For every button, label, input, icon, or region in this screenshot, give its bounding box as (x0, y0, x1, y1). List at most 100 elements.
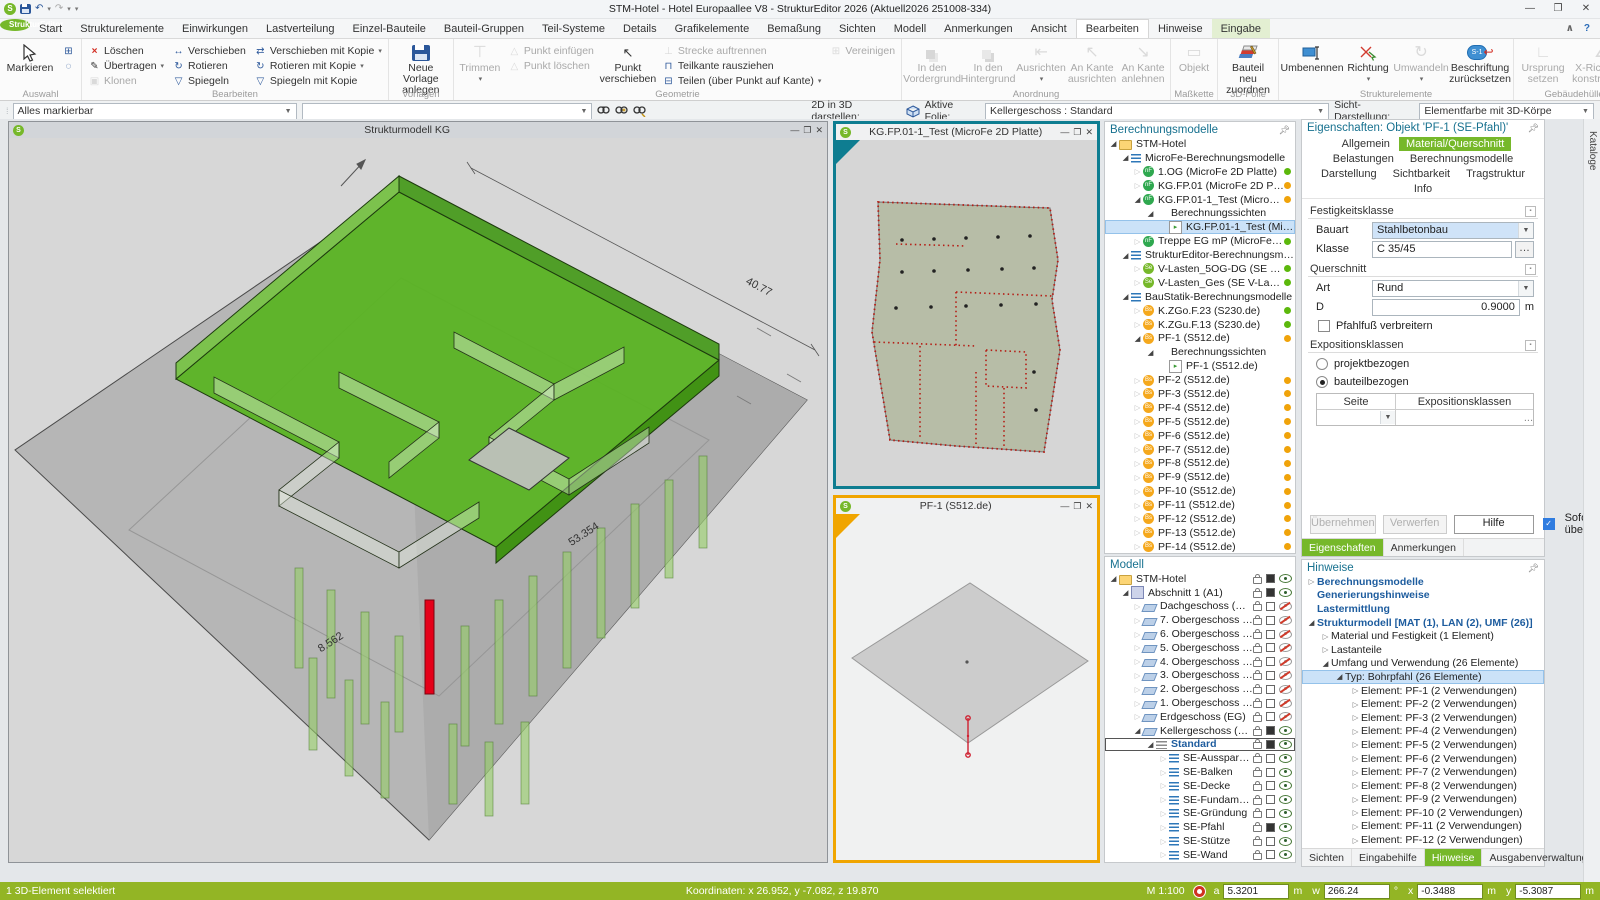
verschieben-button[interactable]: ↔Verschieben (170, 44, 248, 58)
ribbon-tab[interactable]: Ansicht (1022, 19, 1076, 38)
tree-item[interactable]: PF-12 (S512.de) (1105, 512, 1295, 526)
spiegeln-mit-kopie-button[interactable]: ▽Spiegeln mit Kopie (252, 74, 384, 88)
expander-icon[interactable] (1158, 754, 1169, 763)
bauart-select[interactable]: Stahlbetonbau▼ (1372, 222, 1534, 239)
bauteil-neu-zuordnen-button[interactable]: Bauteil neu zuordnen (1222, 41, 1274, 96)
tree-item[interactable]: SE-Balken (1105, 765, 1295, 779)
expander-icon[interactable] (1132, 167, 1143, 176)
panel-tab[interactable]: Hinweise (1425, 849, 1483, 866)
selectable-checkbox[interactable] (1266, 602, 1275, 611)
expander-icon[interactable] (1158, 809, 1169, 818)
rotieren-mit-kopie-button[interactable]: ↻Rotieren mit Kopie▾ (252, 59, 384, 73)
maximize-button[interactable]: ❐ (1073, 127, 1081, 138)
tree-item[interactable]: PF-6 (S512.de) (1105, 429, 1295, 443)
expander-icon[interactable] (1334, 672, 1345, 681)
tracking-icon[interactable] (1193, 885, 1206, 898)
expander-icon[interactable] (1320, 659, 1331, 668)
expander-icon[interactable] (1132, 278, 1143, 287)
expander-icon[interactable] (1132, 403, 1143, 412)
tree-item[interactable]: Typ: Bohrpfahl (26 Elemente) (1302, 670, 1544, 684)
lock-icon[interactable] (1253, 770, 1262, 777)
markieren-button[interactable]: Markieren (4, 41, 56, 74)
tree-item[interactable]: PF-8 (S512.de) (1105, 456, 1295, 470)
panel-tab[interactable]: Anmerkungen (1384, 539, 1464, 556)
expander-icon[interactable] (1158, 781, 1169, 790)
expander-icon[interactable] (1350, 795, 1361, 804)
expander-icon[interactable] (1108, 139, 1119, 148)
tree-item[interactable]: PF-3 (S512.de) (1105, 387, 1295, 401)
eye-icon[interactable] (1279, 574, 1292, 583)
expander-icon[interactable] (1350, 713, 1361, 722)
expander-icon[interactable] (1132, 306, 1143, 315)
tree-item[interactable]: Element: PF-6 (2 Verwendungen) (1302, 752, 1544, 766)
close-button[interactable]: ✕ (815, 125, 823, 136)
expander-icon[interactable] (1350, 740, 1361, 749)
richtung-button[interactable]: Richtung▾ (1345, 41, 1391, 85)
maximize-button[interactable]: ❐ (803, 125, 811, 136)
expander-icon[interactable] (1132, 376, 1143, 385)
tree-item[interactable]: SE-Wand (1105, 848, 1295, 862)
expander-icon[interactable] (1350, 781, 1361, 790)
eye-icon[interactable] (1279, 795, 1292, 804)
minimize-button[interactable]: — (1060, 127, 1069, 138)
expander-icon[interactable] (1320, 632, 1331, 641)
eye-icon[interactable] (1279, 754, 1292, 763)
expander-icon[interactable] (1145, 209, 1156, 218)
lock-icon[interactable] (1253, 825, 1262, 832)
selectable-checkbox[interactable] (1266, 712, 1275, 721)
tree-item[interactable]: Element: PF-9 (2 Verwendungen) (1302, 793, 1544, 807)
customize-quick-access-icon[interactable]: ▾ (75, 5, 79, 13)
tree-item[interactable]: V-Lasten_Ges (SE V-Lastverteilung) (1105, 276, 1295, 290)
tree-item[interactable]: BauStatik-Berechnungsmodelle (1105, 290, 1295, 304)
expander-icon[interactable] (1132, 195, 1143, 204)
expander-icon[interactable] (1120, 153, 1131, 162)
minimize-button[interactable]: — (1060, 501, 1069, 512)
expander-icon[interactable] (1132, 459, 1143, 468)
tree-item[interactable]: SE-Gründung (1105, 807, 1295, 821)
tree-item[interactable]: 4. Obergeschoss (4.OG) (1105, 655, 1295, 669)
sicht-darstellung-select[interactable]: Elementfarbe mit 3D-Körpe▼ (1419, 103, 1594, 120)
structure-3d-view[interactable]: 40.77 53.354 8.562 (9, 138, 827, 862)
eye-icon[interactable] (1279, 630, 1292, 639)
selectable-checkbox[interactable] (1266, 754, 1275, 763)
tree-item[interactable]: Element: PF-7 (2 Verwendungen) (1302, 765, 1544, 779)
expander-icon[interactable] (1145, 348, 1156, 357)
expander-icon[interactable] (1108, 574, 1119, 583)
tree-item[interactable]: 5. Obergeschoss (5.OG) (1105, 641, 1295, 655)
tree-item[interactable]: 2. Obergeschoss (2.OG) (1105, 682, 1295, 696)
tree-item[interactable]: SE-Decke (1105, 779, 1295, 793)
tree-item[interactable]: PF-9 (S512.de) (1105, 470, 1295, 484)
tree-item[interactable]: KG.FP.01-1_Test (MicroFe 2D Platte) (1105, 193, 1295, 207)
lock-icon[interactable] (1253, 660, 1262, 667)
tree-item[interactable]: Dachgeschoss (DG) (1105, 600, 1295, 614)
selectable-checkbox[interactable] (1266, 630, 1275, 639)
tree-item[interactable]: Umfang und Verwendung (26 Elemente) (1302, 657, 1544, 671)
tree-item[interactable]: Material und Festigkeit (1 Element) (1302, 629, 1544, 643)
ribbon-tab[interactable]: StrukturEditor (0, 19, 30, 31)
tree-item[interactable]: SE-Fundamentplatte (1105, 793, 1295, 807)
lock-icon[interactable] (1253, 591, 1262, 598)
collapse-ribbon-icon[interactable]: ∧ (1566, 23, 1574, 34)
expander-icon[interactable] (1120, 251, 1131, 260)
redo-icon[interactable]: ↷ (55, 3, 63, 15)
tree-item[interactable]: Element: PF-1 (2 Verwendungen) (1302, 684, 1544, 698)
eye-icon[interactable] (1279, 671, 1292, 680)
search-select[interactable]: ▼ (302, 103, 593, 120)
property-tab[interactable]: Info (1407, 182, 1439, 196)
tree-item[interactable]: PF-5 (S512.de) (1105, 415, 1295, 429)
tree-item[interactable]: K.ZGo.F.23 (S230.de) (1105, 304, 1295, 318)
lock-icon[interactable] (1253, 811, 1262, 818)
undo-caret-icon[interactable]: ▾ (47, 5, 51, 13)
pfahl-view[interactable] (836, 514, 1097, 860)
ribbon-tab[interactable]: Anmerkungen (935, 19, 1022, 38)
zoom-window-icon[interactable] (633, 105, 646, 117)
selectable-checkbox[interactable] (1266, 726, 1275, 735)
ribbon-tab[interactable]: Start (30, 19, 71, 38)
tree-item[interactable]: Generierungshinweise (1302, 589, 1544, 603)
tree-item[interactable]: StrukturEditor-Berechnungsmodelle zur... (1105, 248, 1295, 262)
tree-item[interactable]: STM-Hotel (1105, 137, 1295, 151)
tree-item[interactable]: 3. Obergeschoss (3.OG) (1105, 669, 1295, 683)
tree-item[interactable]: KG.FP.01-1_Test (MicroFe 2... (1105, 220, 1295, 234)
tree-item[interactable]: Element: PF-11 (2 Verwendungen) (1302, 820, 1544, 834)
tree-item[interactable]: SE-Aussparung (1105, 751, 1295, 765)
